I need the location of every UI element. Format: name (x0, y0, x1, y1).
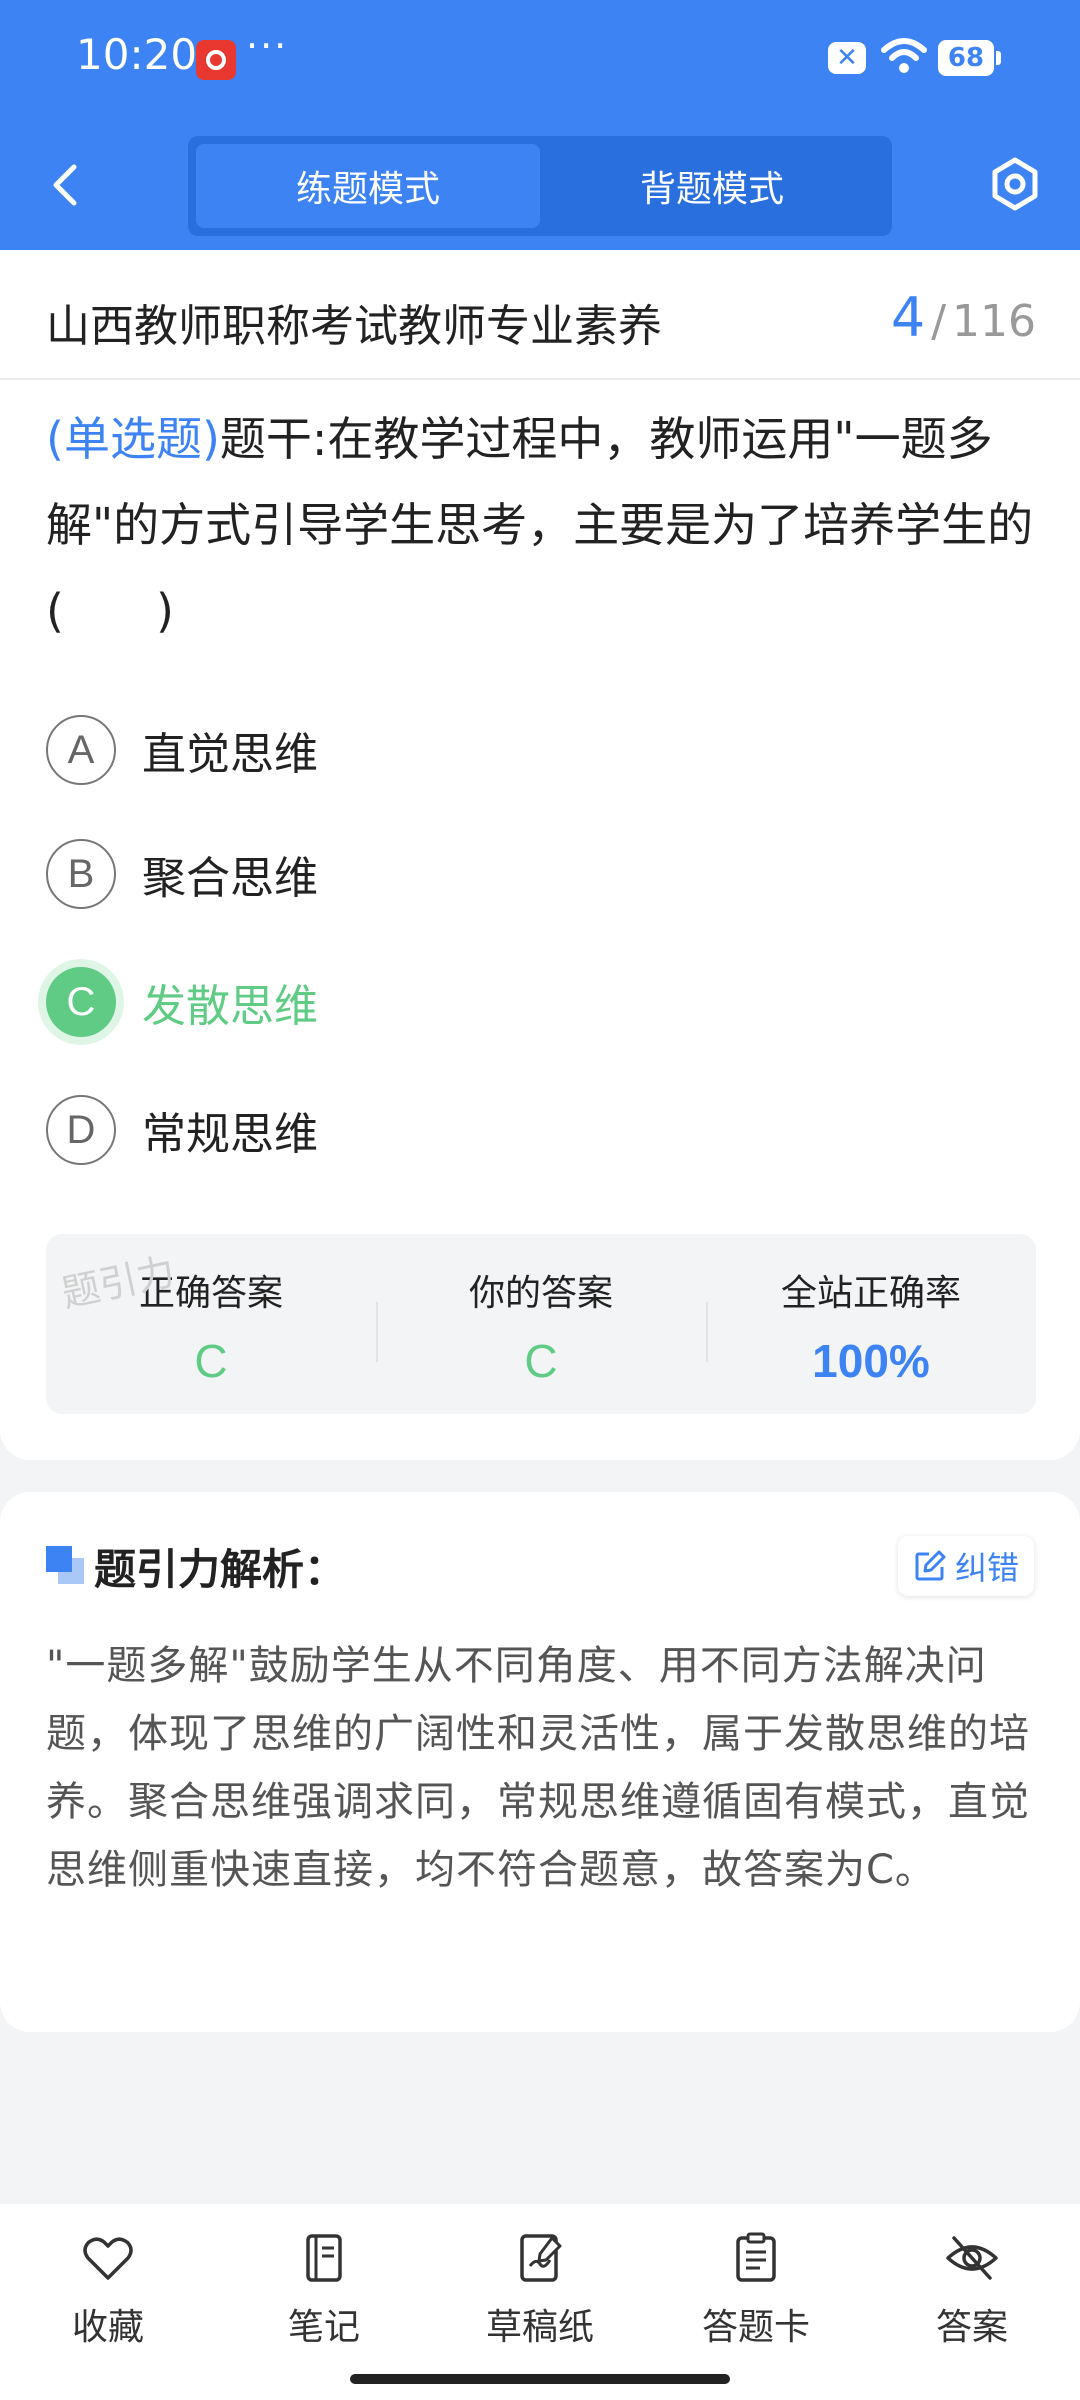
progress-current: 4 (890, 286, 926, 349)
option-b[interactable]: B 聚合思维 (46, 834, 946, 914)
question-text: (单选题)题干:在教学过程中，教师运用"一题多解"的方式引导学生思考，主要是为了… (46, 396, 1036, 654)
home-indicator[interactable] (350, 2374, 730, 2384)
toolbar-label: 答案 (935, 2307, 1008, 2348)
battery-icon: 68 (938, 40, 1001, 76)
question-progress[interactable]: 4/116 (891, 286, 1036, 349)
toolbar-label: 草稿纸 (485, 2307, 594, 2348)
status-time: 10:20 (76, 30, 198, 79)
option-text: 直觉思维 (142, 729, 318, 780)
report-error-label: 纠错 (954, 1549, 1019, 1587)
mode-switch: 练题模式 背题模式 (188, 136, 892, 236)
stat-value: 100% (812, 1335, 930, 1387)
analysis-card: 题引力解析： 纠错 "一题多解"鼓励学生从不同角度、用不同方法解决问题，体现了思… (0, 1492, 1080, 2032)
option-text: 常规思维 (142, 1109, 318, 1160)
app-header: 10:20 ··· ✕ 68 练题模式 背题模式 (0, 0, 1080, 250)
notification-app-icon (196, 40, 236, 80)
stat-label: 全站正确率 (780, 1273, 961, 1314)
analysis-text: "一题多解"鼓励学生从不同角度、用不同方法解决问题，体现了思维的广阔性和灵活性，… (46, 1643, 1030, 1893)
stat-label: 你的答案 (468, 1273, 613, 1314)
analysis-title: 题引力解析： (94, 1545, 347, 1594)
answer-sheet-icon (736, 2232, 776, 2282)
option-c[interactable]: C 发散思维 (46, 962, 946, 1042)
analysis-icon (46, 1546, 86, 1586)
settings-icon[interactable] (990, 156, 1040, 212)
tab-practice-mode[interactable]: 练题模式 (196, 144, 540, 228)
eye-off-icon (946, 2236, 998, 2280)
progress-separator: / (931, 296, 947, 347)
toolbar-answer-sheet[interactable]: 答题卡 (648, 2204, 864, 2400)
option-text: 发散思维 (142, 981, 318, 1032)
report-error-button[interactable]: 纠错 (898, 1536, 1034, 1596)
option-letter: B (46, 839, 116, 909)
toolbar-label: 答题卡 (701, 2307, 810, 2348)
back-icon[interactable] (40, 160, 90, 210)
option-d[interactable]: D 常规思维 (46, 1090, 946, 1170)
progress-total: 116 (952, 296, 1036, 347)
toolbar-notes[interactable]: 笔记 (216, 2204, 432, 2400)
option-letter: A (46, 715, 116, 785)
bottom-toolbar: 收藏 笔记 草稿纸 答题卡 答案 (0, 2204, 1080, 2400)
edit-icon (915, 1550, 946, 1581)
draft-icon (520, 2234, 562, 2282)
answer-stats: 正确答案 C 你的答案 C 全站正确率 100% (46, 1234, 1036, 1414)
question-card: 山西教师职称考试教师专业素养 4/116 (单选题)题干:在教学过程中，教师运用… (0, 250, 1080, 1460)
option-a[interactable]: A 直觉思维 (46, 710, 946, 790)
option-letter: C (46, 967, 116, 1037)
toolbar-label: 收藏 (71, 2307, 144, 2348)
toolbar-draft[interactable]: 草稿纸 (432, 2204, 648, 2400)
notebook-icon (306, 2234, 342, 2282)
stat-value: C (524, 1335, 558, 1387)
question-type: (单选题) (46, 412, 220, 466)
toolbar-label: 笔记 (287, 2307, 360, 2348)
toolbar-answer[interactable]: 答案 (864, 2204, 1080, 2400)
exam-title: 山西教师职称考试教师专业素养 (46, 301, 662, 352)
heart-icon (83, 2237, 133, 2280)
wifi-icon (881, 38, 927, 73)
option-letter: D (46, 1095, 116, 1165)
toolbar-favorite[interactable]: 收藏 (0, 2204, 216, 2400)
close-notification-icon: ✕ (828, 42, 866, 74)
exam-title-bar: 山西教师职称考试教师专业素养 4/116 (0, 250, 1080, 380)
stat-your-answer: 你的答案 C (376, 1234, 706, 1414)
tab-memorize-mode[interactable]: 背题模式 (540, 144, 884, 228)
stat-accuracy: 全站正确率 100% (706, 1234, 1036, 1414)
status-more-icon: ··· (246, 24, 289, 68)
option-text: 聚合思维 (142, 853, 318, 904)
stat-value: C (194, 1335, 228, 1387)
